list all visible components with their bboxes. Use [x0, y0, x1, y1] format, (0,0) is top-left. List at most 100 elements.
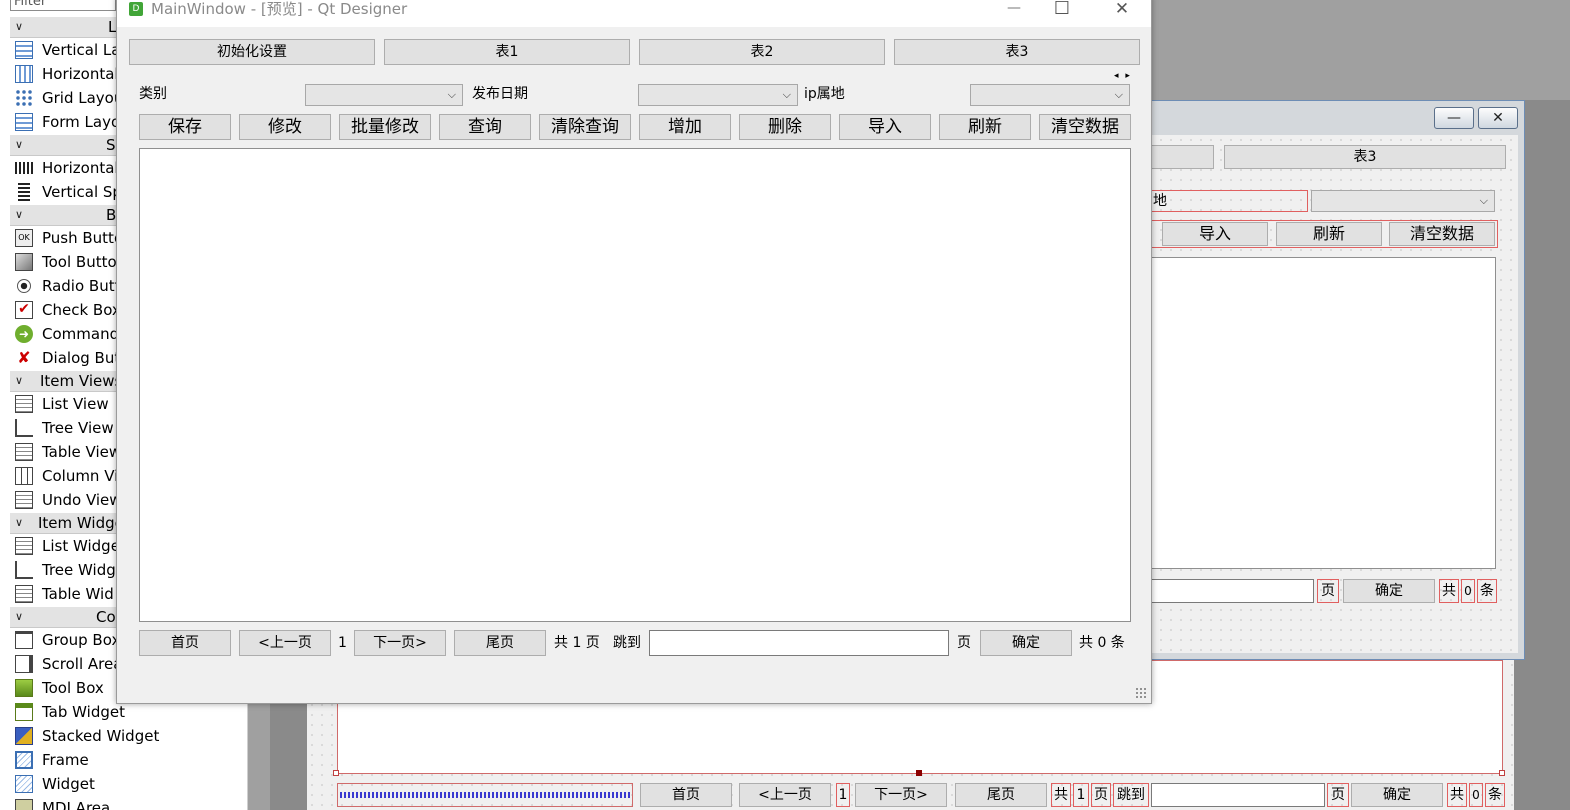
- designer-form-window[interactable]: — ✕ 表3 地 ⌵ 导入 刷新 清空数据 页 确定 共 0 条: [1135, 100, 1525, 660]
- minimize-icon: —: [1007, 0, 1021, 16]
- clear-data-button[interactable]: 清空数据: [1039, 114, 1131, 140]
- close-icon: ✕: [1114, 0, 1130, 19]
- designer-total-prefix: 共: [1051, 783, 1071, 807]
- size-grip-icon[interactable]: [1135, 687, 1147, 699]
- chevron-down-icon: ⌵: [1479, 194, 1488, 207]
- designer-confirm-button[interactable]: 确定: [1351, 783, 1443, 807]
- prev-page-button[interactable]: <上一页: [239, 630, 331, 656]
- tab-table2-button[interactable]: 表2: [639, 39, 885, 65]
- filter-input[interactable]: Filter: [10, 0, 116, 11]
- maximize-icon: ☐: [1053, 0, 1071, 19]
- title-bar[interactable]: D MainWindow - [预览] - Qt Designer — ☐ ✕: [117, 0, 1151, 27]
- chevron-down-icon: ∨: [14, 138, 24, 151]
- designer-jump-input[interactable]: [1151, 783, 1325, 807]
- chevron-down-icon: ∨: [14, 610, 24, 623]
- form-minimize-button[interactable]: —: [1434, 107, 1474, 129]
- widget-item-label: Stacked Widget: [42, 727, 160, 745]
- tool-box-icon: [15, 679, 33, 697]
- designer-ip-combo[interactable]: ⌵: [1311, 190, 1495, 212]
- minimize-icon: —: [1447, 110, 1461, 126]
- tab-table1-button[interactable]: 表1: [384, 39, 630, 65]
- designer-ip-label: 地: [1148, 190, 1308, 212]
- widget-item-frame[interactable]: Frame: [10, 748, 247, 772]
- preview-window[interactable]: D MainWindow - [预览] - Qt Designer — ☐ ✕ …: [116, 0, 1152, 704]
- ip-location-combo[interactable]: ⌵: [970, 84, 1130, 106]
- tree-widget-icon: [15, 561, 33, 579]
- total-records-text: 共 0 条: [1079, 635, 1125, 651]
- jump-page-input[interactable]: [649, 630, 949, 656]
- next-page-button[interactable]: 下一页>: [354, 630, 446, 656]
- tool-button-icon: [15, 253, 33, 271]
- import-button[interactable]: 导入: [839, 114, 931, 140]
- widget-item-label: Tool Butto: [42, 253, 117, 271]
- designer-tab3-button[interactable]: 表3: [1224, 145, 1506, 169]
- designer-clear-data-button[interactable]: 清空数据: [1389, 222, 1495, 246]
- list-widget-icon: [15, 537, 33, 555]
- designer-total-pages: 1: [1073, 783, 1089, 807]
- vertical-spacer-icon: [18, 183, 30, 201]
- designer-table-view[interactable]: [1148, 257, 1496, 569]
- category-label: Item Widge: [38, 514, 124, 532]
- save-button[interactable]: 保存: [139, 114, 231, 140]
- batch-edit-button[interactable]: 批量修改: [339, 114, 431, 140]
- designer-confirm-button-top[interactable]: 确定: [1343, 579, 1435, 603]
- qt-designer-app-icon: D: [129, 2, 143, 16]
- table-view-icon: [15, 443, 33, 461]
- designer-next-page-button[interactable]: 下一页>: [855, 783, 947, 807]
- widget-item-label: Horizontal: [42, 159, 119, 177]
- widget-item-label: Check Box: [42, 301, 121, 319]
- chevron-down-icon: ∨: [14, 516, 24, 529]
- publish-date-label: 发布日期: [472, 86, 528, 102]
- window-title: MainWindow - [预览] - Qt Designer: [151, 0, 408, 18]
- dialog-button-box-icon: ✘: [17, 348, 31, 367]
- designer-jump-input-top[interactable]: [1148, 579, 1314, 603]
- tab-table3-button[interactable]: 表3: [894, 39, 1140, 65]
- clear-query-button[interactable]: 清除查询: [539, 114, 631, 140]
- delete-button[interactable]: 删除: [739, 114, 831, 140]
- first-page-button[interactable]: 首页: [139, 630, 231, 656]
- add-button[interactable]: 增加: [639, 114, 731, 140]
- data-table-view[interactable]: [139, 148, 1131, 622]
- query-button[interactable]: 查询: [439, 114, 531, 140]
- widget-item-widget[interactable]: Widget: [10, 772, 247, 796]
- chevron-down-icon: ⌵: [1114, 88, 1123, 101]
- tree-view-icon: [15, 419, 33, 437]
- widget-item-label: Table View: [42, 443, 122, 461]
- designer-tab2-button[interactable]: [1148, 145, 1214, 169]
- designer-last-page-button[interactable]: 尾页: [955, 783, 1047, 807]
- designer-total-suffix-top: 条: [1477, 579, 1497, 603]
- chevron-down-icon: ⌵: [447, 88, 456, 101]
- confirm-button[interactable]: 确定: [980, 630, 1072, 656]
- designer-first-page-button[interactable]: 首页: [640, 783, 732, 807]
- selection-handle[interactable]: [333, 770, 339, 776]
- close-button[interactable]: ✕: [1099, 0, 1145, 23]
- list-view-icon: [15, 395, 33, 413]
- chevron-down-icon: ⌵: [782, 88, 791, 101]
- last-page-button[interactable]: 尾页: [454, 630, 546, 656]
- designer-spacer[interactable]: [337, 783, 633, 807]
- refresh-button[interactable]: 刷新: [939, 114, 1031, 140]
- selection-handle[interactable]: [1499, 770, 1505, 776]
- grid-layout-icon: [15, 89, 33, 107]
- widget-item-stacked-widget[interactable]: Stacked Widget: [10, 724, 247, 748]
- edit-button[interactable]: 修改: [239, 114, 331, 140]
- designer-import-button[interactable]: 导入: [1162, 222, 1268, 246]
- scroll-arrows-icon[interactable]: ◂ ▸: [1114, 71, 1132, 81]
- selection-handle[interactable]: [916, 770, 922, 776]
- widget-item-label: Command: [42, 325, 120, 343]
- form-close-button[interactable]: ✕: [1478, 107, 1518, 129]
- category-combo[interactable]: ⌵: [305, 84, 463, 106]
- chevron-down-icon: ∨: [14, 374, 24, 387]
- designer-prev-page-button[interactable]: <上一页: [739, 783, 831, 807]
- designer-refresh-button[interactable]: 刷新: [1276, 222, 1382, 246]
- publish-date-combo[interactable]: ⌵: [638, 84, 798, 106]
- horizontal-layout-icon: [15, 65, 33, 83]
- close-icon: ✕: [1492, 110, 1504, 126]
- minimize-button[interactable]: —: [991, 0, 1037, 23]
- widget-item-label: Radio Butt: [42, 277, 121, 295]
- tab-init-settings-button[interactable]: 初始化设置: [129, 39, 375, 65]
- maximize-button[interactable]: ☐: [1039, 0, 1085, 23]
- category-label: 类别: [139, 86, 167, 102]
- widget-item-mdi-area[interactable]: MDI Area: [10, 796, 247, 810]
- category-label: Item Views: [40, 372, 123, 390]
